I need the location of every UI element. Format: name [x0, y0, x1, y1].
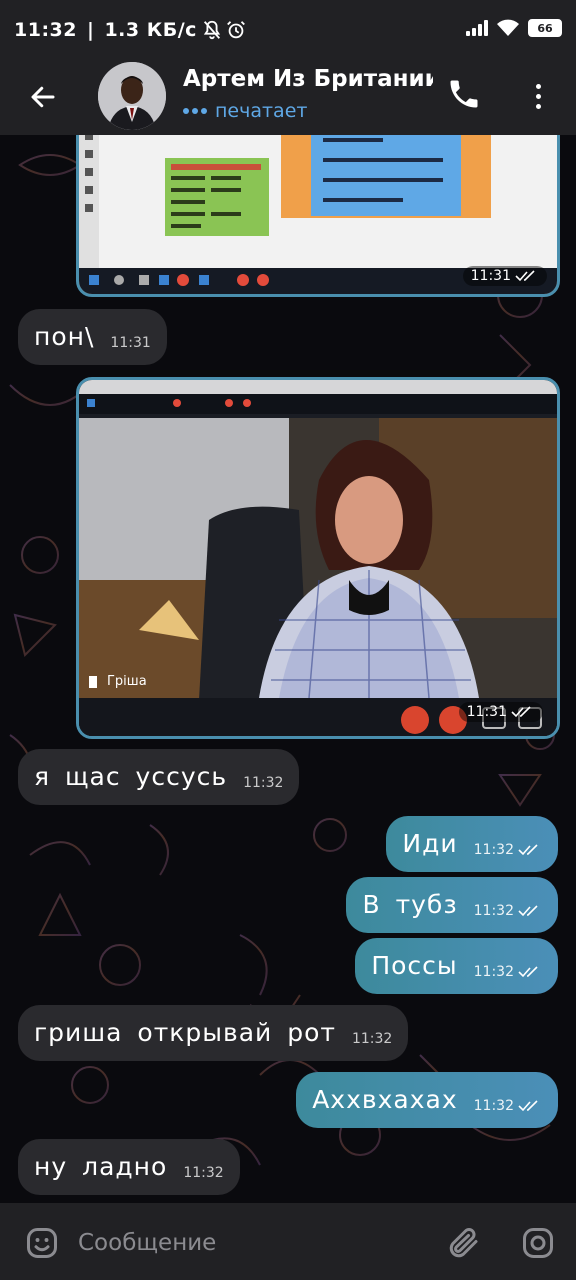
message-text: Иди: [402, 829, 458, 858]
photo-2-meta: 11:31: [458, 702, 543, 722]
photo-1-meta: 11:31: [462, 266, 547, 286]
alarm-icon: [227, 21, 245, 39]
network-speed: 1.3 КБ/с: [104, 19, 197, 41]
message-text: Поссы: [371, 951, 458, 980]
double-check-icon: [518, 905, 538, 917]
double-check-icon: [511, 706, 531, 718]
more-vertical-icon: [535, 83, 541, 89]
chat-area[interactable]: 11:31 пон\ 11:31 Гріша 11:31 я щас уссус…: [0, 135, 576, 1203]
input-bar: [0, 1203, 576, 1280]
wifi-icon: [497, 19, 519, 36]
message-time: 11:32: [473, 842, 514, 858]
message-bubble-incoming[interactable]: я щас уссусь 11:32: [18, 749, 300, 805]
message-bubble-outgoing[interactable]: Иди 11:32: [386, 816, 558, 872]
typing-indicator: печатает: [183, 100, 307, 122]
message-time: 11:32: [473, 903, 514, 919]
double-check-icon: [518, 844, 538, 856]
message-bubble-outgoing[interactable]: В тубз 11:32: [346, 877, 558, 933]
status-time: 11:32: [14, 19, 77, 41]
message-time: 11:31: [110, 335, 151, 351]
message-time: 11:32: [473, 1098, 514, 1114]
more-options-button[interactable]: [524, 76, 552, 116]
message-time: 11:32: [183, 1165, 224, 1181]
status-separator: |: [86, 19, 95, 41]
camera-button[interactable]: [520, 1225, 556, 1261]
chat-title[interactable]: Артем Из Британии: [183, 66, 433, 92]
attach-icon: [449, 1228, 478, 1258]
back-button[interactable]: [22, 76, 64, 118]
message-bubble-incoming[interactable]: ну ладно 11:32: [18, 1139, 240, 1195]
message-time: 11:31: [470, 268, 511, 284]
typing-status: печатает: [215, 100, 308, 122]
message-text: В тубз: [362, 890, 458, 919]
phone-icon: [450, 80, 478, 108]
bell-muted-icon: [203, 20, 221, 40]
attach-button[interactable]: [446, 1225, 482, 1261]
double-check-icon: [515, 270, 535, 282]
double-check-icon: [518, 966, 538, 978]
chat-header: Артем Из Британии печатает: [0, 60, 576, 135]
emoji-icon: [27, 1228, 57, 1258]
photo-caption-name: Гріша: [107, 674, 147, 689]
avatar[interactable]: [98, 62, 166, 130]
message-text: Аххвхахах: [312, 1085, 458, 1114]
photo-message-1[interactable]: 11:31: [76, 135, 560, 297]
message-text: ну ладно: [34, 1152, 168, 1181]
message-bubble-incoming[interactable]: гриша открывай рот 11:32: [18, 1005, 409, 1061]
typing-dots-icon: [183, 108, 207, 114]
battery-level: 66: [537, 21, 553, 35]
message-bubble-incoming[interactable]: пон\ 11:31: [18, 309, 167, 365]
status-bar: 11:32 | 1.3 КБ/с 66: [0, 0, 576, 60]
message-text: я щас уссусь: [34, 762, 228, 791]
photo-video-call-screenshot: [79, 380, 557, 736]
message-time: 11:32: [473, 964, 514, 980]
message-time: 11:32: [351, 1031, 393, 1047]
emoji-button[interactable]: [24, 1225, 60, 1261]
message-bubble-outgoing[interactable]: Поссы 11:32: [355, 938, 558, 994]
camera-icon: [523, 1228, 553, 1258]
back-arrow-icon: [31, 86, 55, 108]
signal-icon: [466, 20, 488, 36]
call-button[interactable]: [446, 76, 486, 116]
message-time: 11:32: [243, 775, 284, 791]
message-text: пон\: [34, 322, 95, 351]
photo-message-2[interactable]: Гріша 11:31: [76, 377, 560, 739]
battery-icon: 66: [528, 19, 562, 37]
double-check-icon: [518, 1100, 538, 1112]
message-bubble-outgoing[interactable]: Аххвхахах 11:32: [296, 1072, 558, 1128]
message-time: 11:31: [466, 704, 507, 720]
message-text: гриша открывай рот: [34, 1018, 336, 1047]
message-input[interactable]: [78, 1223, 418, 1263]
